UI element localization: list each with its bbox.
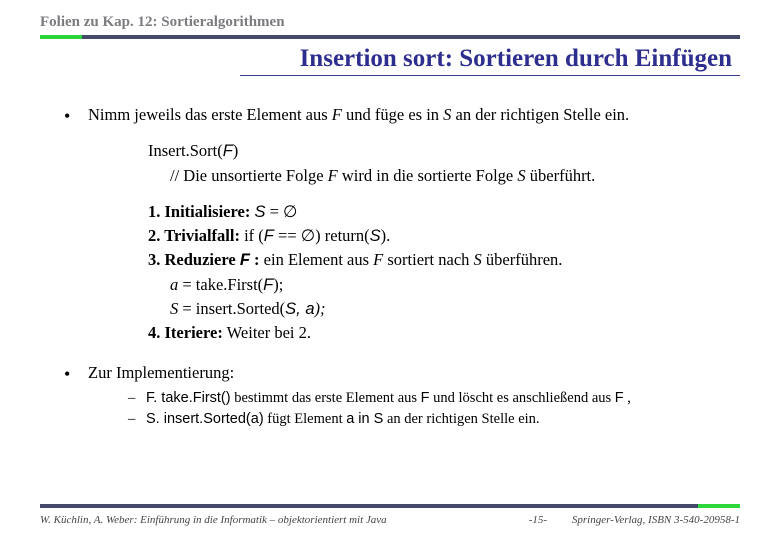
impl-heading: Zur Implementierung: (88, 363, 234, 382)
algo-step-4: 4. Iteriere: Weiter bei 2. (148, 322, 732, 344)
chapter-label: Folien zu Kap. 12: Sortieralgorithmen (40, 14, 740, 31)
slide-footer: W. Küchlin, A. Weber: Einführung in die … (40, 504, 740, 526)
bullet1-text: Nimm jeweils das erste Element aus F und… (88, 105, 629, 124)
slide-content: Nimm jeweils das erste Element aus F und… (0, 76, 780, 430)
impl-item-takefirst: F. take.First() bestimmt das erste Eleme… (128, 389, 732, 409)
algorithm-block: Insert.Sort(F) // Die unsortierte Folge … (148, 140, 732, 344)
algo-step-1: 1. Initialisiere: S = ∅ (148, 201, 732, 223)
algo-signature: Insert.Sort(F) (148, 140, 732, 162)
slide-title: Insertion sort: Sortieren durch Einfügen (40, 45, 740, 73)
footer-page-number: -15- (516, 514, 560, 526)
algo-step-2: 2. Trivialfall: if (F == ∅) return(S). (148, 225, 732, 247)
slide-header: Folien zu Kap. 12: Sortieralgorithmen In… (0, 0, 780, 76)
algo-step-3a: a = take.First(F); (170, 274, 732, 296)
bottom-rule (40, 504, 740, 508)
algo-comment: // Die unsortierte Folge F wird in die s… (170, 165, 732, 187)
impl-list: F. take.First() bestimmt das erste Eleme… (128, 389, 732, 430)
bullet-implementation: Zur Implementierung: F. take.First() bes… (60, 362, 732, 429)
algo-step-3: 3. Reduziere F : ein Element aus F sorti… (148, 249, 732, 271)
footer-authors: W. Küchlin, A. Weber: Einführung in die … (40, 514, 516, 526)
impl-item-insertsorted: S. insert.Sorted(a) fügt Element a in S … (128, 410, 732, 430)
top-rule (40, 35, 740, 39)
bullet-main: Nimm jeweils das erste Element aus F und… (60, 104, 732, 344)
footer-publisher: Springer-Verlag, ISBN 3-540-20958-1 (560, 514, 740, 526)
algo-step-3b: S = insert.Sorted(S, a); (170, 298, 732, 320)
